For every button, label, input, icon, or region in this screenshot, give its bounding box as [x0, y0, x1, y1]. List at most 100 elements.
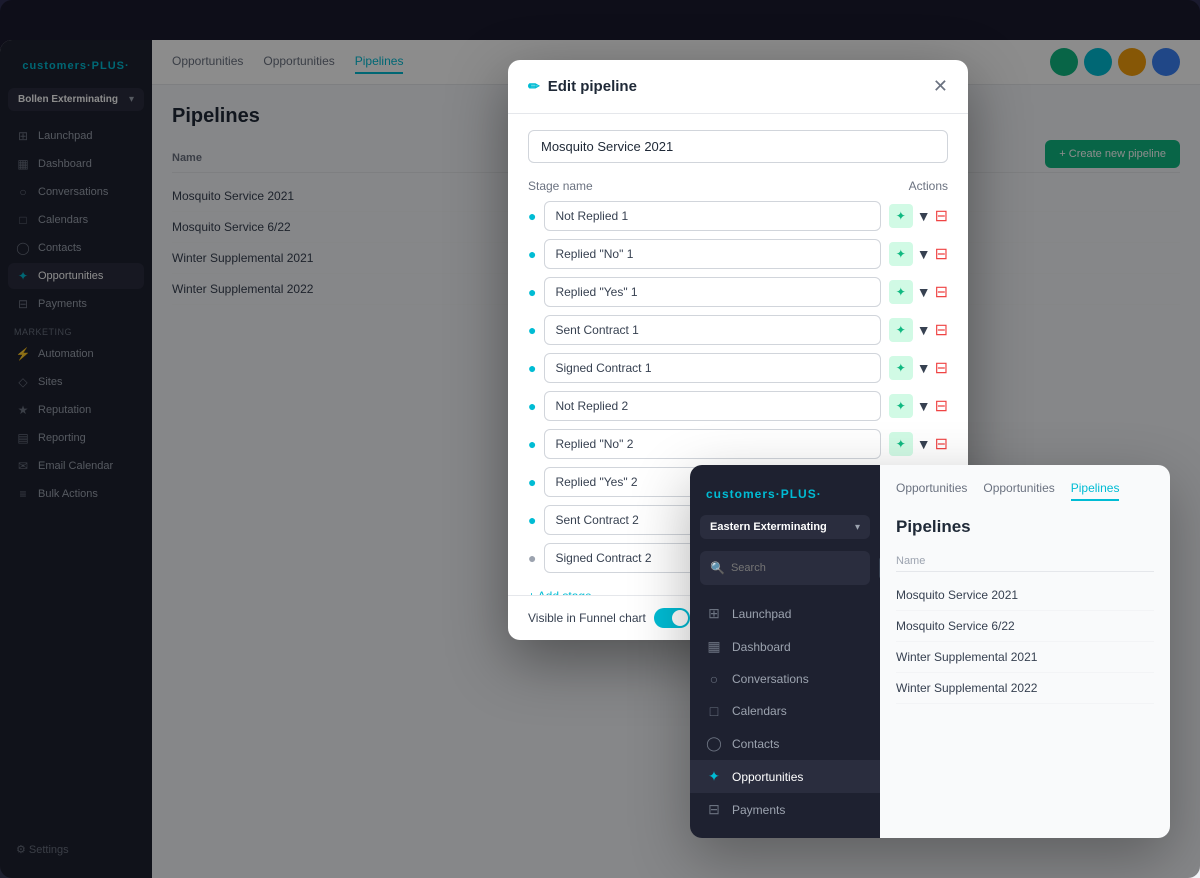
stage-filter-button[interactable]: ▼: [917, 360, 931, 376]
stage-add-button[interactable]: ✦: [889, 432, 913, 456]
modal-title: ✏ Edit pipeline: [528, 78, 637, 95]
contacts-icon: ◯: [706, 735, 722, 752]
floating-tab-opportunities[interactable]: Opportunities: [896, 481, 967, 501]
stage-name-header: Stage name: [528, 179, 593, 193]
stage-add-button[interactable]: ✦: [889, 318, 913, 342]
floating-nav-contacts[interactable]: ◯ Contacts: [690, 727, 880, 760]
stage-row: ● ✦ ▼ ⊟: [528, 429, 948, 459]
stage-filter-button[interactable]: ▼: [917, 284, 931, 300]
floating-nav-opportunities[interactable]: ✦ Opportunities: [690, 760, 880, 793]
stage-add-button[interactable]: ✦: [889, 204, 913, 228]
search-icon: 🔍: [710, 561, 725, 575]
check-icon: ●: [528, 360, 536, 376]
stage-actions: ✦ ▼ ⊟: [889, 432, 948, 456]
check-icon: ●: [528, 322, 536, 338]
floating-logo-text: customers·PLUS·: [706, 487, 822, 501]
floating-table-row[interactable]: Winter Supplemental 2021: [896, 642, 1154, 673]
stage-input[interactable]: [544, 429, 880, 459]
stage-delete-button[interactable]: ⊟: [935, 244, 948, 264]
floating-nav-dashboard[interactable]: ▦ Dashboard: [690, 630, 880, 663]
stage-actions: ✦ ▼ ⊟: [889, 318, 948, 342]
stage-delete-button[interactable]: ⊟: [935, 206, 948, 226]
stage-actions: ✦ ▼ ⊟: [889, 204, 948, 228]
payments-icon: ⊟: [706, 801, 722, 818]
stage-delete-button[interactable]: ⊟: [935, 282, 948, 302]
floating-main-panel: Opportunities Opportunities Pipelines Pi…: [880, 465, 1170, 838]
opportunities-icon: ✦: [706, 768, 722, 785]
check-icon: ●: [528, 398, 536, 414]
stage-delete-button[interactable]: ⊟: [935, 434, 948, 454]
stage-input[interactable]: [544, 315, 880, 345]
floating-logo: customers·PLUS·: [690, 477, 880, 515]
floating-tab-opportunities2[interactable]: Opportunities: [983, 481, 1054, 501]
stage-delete-button[interactable]: ⊟: [935, 358, 948, 378]
floating-nav-label: Dashboard: [732, 640, 791, 654]
stage-filter-button[interactable]: ▼: [917, 208, 931, 224]
floating-table-row[interactable]: Winter Supplemental 2022: [896, 673, 1154, 704]
floating-sidebar: customers·PLUS· Eastern Exterminating ▾ …: [690, 465, 880, 838]
stage-input[interactable]: [544, 239, 880, 269]
stage-row: ● ✦ ▼ ⊟: [528, 201, 948, 231]
funnel-chart-toggle-group: Visible in Funnel chart: [528, 608, 690, 628]
stage-add-button[interactable]: ✦: [889, 242, 913, 266]
stage-row: ● ✦ ▼ ⊟: [528, 315, 948, 345]
check-icon: ●: [528, 512, 536, 528]
chevron-down-icon: ▾: [855, 522, 860, 533]
stage-filter-button[interactable]: ▼: [917, 246, 931, 262]
conversations-icon: ○: [706, 671, 722, 687]
stage-delete-button[interactable]: ⊟: [935, 396, 948, 416]
floating-table-row[interactable]: Mosquito Service 2021: [896, 580, 1154, 611]
add-stage-button[interactable]: + Add stage: [528, 581, 592, 595]
stage-input[interactable]: [544, 201, 880, 231]
stage-row: ● ✦ ▼ ⊟: [528, 391, 948, 421]
funnel-chart-toggle[interactable]: [654, 608, 690, 628]
floating-nav-label: Contacts: [732, 737, 779, 751]
edit-icon: ✏: [528, 78, 540, 95]
floating-card: customers·PLUS· Eastern Exterminating ▾ …: [690, 465, 1170, 838]
floating-search-box[interactable]: 🔍 ctrl K +: [700, 551, 870, 585]
floating-company-selector[interactable]: Eastern Exterminating ▾: [700, 515, 870, 539]
actions-header: Actions: [909, 179, 948, 193]
calendars-icon: □: [706, 703, 722, 719]
floating-nav-label: Opportunities: [732, 770, 803, 784]
stage-filter-button[interactable]: ▼: [917, 436, 931, 452]
stage-filter-button[interactable]: ▼: [917, 398, 931, 414]
floating-page-title: Pipelines: [896, 517, 1154, 537]
stage-input[interactable]: [544, 277, 880, 307]
stage-add-button[interactable]: ✦: [889, 280, 913, 304]
check-icon: ●: [528, 208, 536, 224]
stage-add-button[interactable]: ✦: [889, 394, 913, 418]
stage-input[interactable]: [544, 353, 880, 383]
floating-nav-label: Calendars: [732, 704, 787, 718]
floating-tab-group: Opportunities Opportunities Pipelines: [896, 481, 1154, 501]
check-icon: ●: [528, 436, 536, 452]
stage-input[interactable]: [544, 391, 880, 421]
stage-actions: ✦ ▼ ⊟: [889, 280, 948, 304]
floating-nav-calendars[interactable]: □ Calendars: [690, 695, 880, 727]
stage-actions: ✦ ▼ ⊟: [889, 394, 948, 418]
stage-actions: ✦ ▼ ⊟: [889, 242, 948, 266]
check-icon: ●: [528, 474, 536, 490]
floating-nav-label: Launchpad: [732, 607, 791, 621]
check-icon: ●: [528, 246, 536, 262]
floating-tab-pipelines[interactable]: Pipelines: [1071, 481, 1120, 501]
floating-company-name: Eastern Exterminating: [710, 521, 827, 533]
dashboard-icon: ▦: [706, 638, 722, 655]
stage-filter-button[interactable]: ▼: [917, 322, 931, 338]
stage-row: ● ✦ ▼ ⊟: [528, 353, 948, 383]
modal-header: ✏ Edit pipeline ✕: [508, 60, 968, 114]
floating-nav-launchpad[interactable]: ⊞ Launchpad: [690, 597, 880, 630]
pipeline-name-input[interactable]: [528, 130, 948, 163]
floating-search-input[interactable]: [731, 562, 873, 574]
floating-nav-payments[interactable]: ⊟ Payments: [690, 793, 880, 826]
funnel-chart-label: Visible in Funnel chart: [528, 611, 646, 625]
stage-add-button[interactable]: ✦: [889, 356, 913, 380]
stage-delete-button[interactable]: ⊟: [935, 320, 948, 340]
floating-nav-label: Payments: [732, 803, 785, 817]
launchpad-icon: ⊞: [706, 605, 722, 622]
stage-row: ● ✦ ▼ ⊟: [528, 239, 948, 269]
stage-actions: ✦ ▼ ⊟: [889, 356, 948, 380]
floating-table-row[interactable]: Mosquito Service 6/22: [896, 611, 1154, 642]
floating-nav-conversations[interactable]: ○ Conversations: [690, 663, 880, 695]
modal-close-button[interactable]: ✕: [933, 76, 948, 97]
